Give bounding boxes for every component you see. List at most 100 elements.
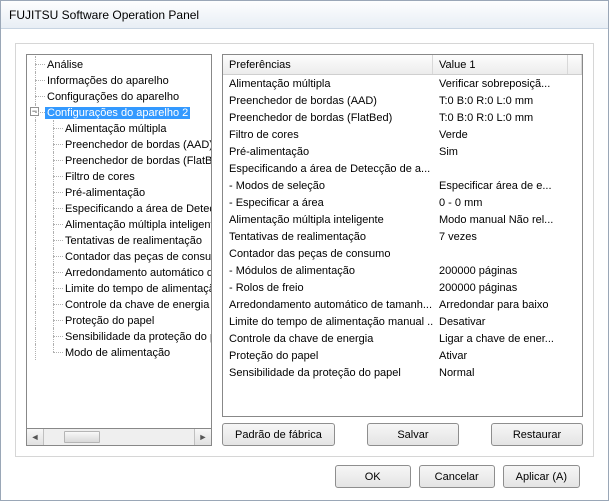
list-row[interactable]: Alimentação múltipla inteligenteModo man… bbox=[223, 211, 582, 228]
tree-item-label: Controle da chave de energia bbox=[63, 299, 211, 311]
tree-item-label: Limite do tempo de alimentação manual bbox=[63, 283, 211, 295]
pref-cell: Alimentação múltipla inteligente bbox=[223, 214, 433, 226]
list-row[interactable]: Especificando a área de Detecção de a... bbox=[223, 160, 582, 177]
pref-cell: Especificando a área de Detecção de a... bbox=[223, 163, 433, 175]
content-area: Análise Informações do aparelho Configuraç… bbox=[1, 29, 608, 500]
save-button[interactable]: Salvar bbox=[367, 423, 459, 446]
list-row[interactable]: Limite do tempo de alimentação manual ..… bbox=[223, 313, 582, 330]
list-row[interactable]: Preenchedor de bordas (FlatBed)T:0 B:0 R… bbox=[223, 109, 582, 126]
pref-cell: Tentativas de realimentação bbox=[223, 231, 433, 243]
tree-item-label: Contador das peças de consumo bbox=[63, 251, 211, 263]
header-tail bbox=[568, 55, 582, 74]
value-cell: T:0 B:0 R:0 L:0 mm bbox=[433, 112, 582, 124]
pref-cell: Filtro de cores bbox=[223, 129, 433, 141]
list-row[interactable]: Controle da chave de energiaLigar a chav… bbox=[223, 330, 582, 347]
apply-button[interactable]: Aplicar (A) bbox=[503, 465, 580, 488]
tree-hscrollbar[interactable]: ◄ ► bbox=[26, 429, 212, 446]
list-row[interactable]: Sensibilidade da proteção do papelNormal bbox=[223, 364, 582, 381]
tree-item[interactable]: Modo de alimentação bbox=[27, 345, 211, 361]
list-row[interactable]: - Rolos de freio200000 páginas bbox=[223, 279, 582, 296]
pref-cell: - Especificar a área bbox=[223, 197, 433, 209]
tree-item-label: Modo de alimentação bbox=[63, 347, 172, 359]
value-cell: 200000 páginas bbox=[433, 265, 582, 277]
pref-cell: Alimentação múltipla bbox=[223, 78, 433, 90]
pref-cell: - Modos de seleção bbox=[223, 180, 433, 192]
tree-item-label: Arredondamento automático do tamanho bbox=[63, 267, 211, 279]
tree-item-label: Preenchedor de bordas (AAD) bbox=[63, 139, 211, 151]
tree-item-label: Filtro de cores bbox=[63, 171, 137, 183]
list-row[interactable]: Preenchedor de bordas (AAD)T:0 B:0 R:0 L… bbox=[223, 92, 582, 109]
list-row[interactable]: - Modos de seleçãoEspecificar área de e.… bbox=[223, 177, 582, 194]
list-row[interactable]: Contador das peças de consumo bbox=[223, 245, 582, 262]
panel-button-row: Padrão de fábrica Salvar Restaurar bbox=[222, 423, 583, 446]
tree-item-label: Alimentação múltipla bbox=[63, 123, 169, 135]
list-row[interactable]: Filtro de coresVerde bbox=[223, 126, 582, 143]
pref-cell: Pré-alimentação bbox=[223, 146, 433, 158]
tree-item-label: Informações do aparelho bbox=[45, 75, 171, 87]
preferences-list[interactable]: Preferências Value 1 Alimentação múltipl… bbox=[222, 54, 583, 417]
tree-item-label: Tentativas de realimentação bbox=[63, 235, 204, 247]
tree-item-label: Configurações do aparelho 2 bbox=[45, 107, 190, 119]
tree-item-label: Sensibilidade da proteção do papel bbox=[63, 331, 211, 343]
tree-item-label: Especificando a área de Detecção de alim… bbox=[63, 203, 211, 215]
value-cell: Verde bbox=[433, 129, 582, 141]
value-cell: Especificar área de e... bbox=[433, 180, 582, 192]
app-window: FUJITSU Software Operation Panel Análise… bbox=[0, 0, 609, 501]
pref-cell: Sensibilidade da proteção do papel bbox=[223, 367, 433, 379]
value-cell: Arredondar para baixo bbox=[433, 299, 582, 311]
pref-cell: - Módulos de alimentação bbox=[223, 265, 433, 277]
scroll-track[interactable] bbox=[44, 429, 194, 445]
scroll-right-icon[interactable]: ► bbox=[194, 429, 211, 445]
list-row[interactable]: Pré-alimentaçãoSim bbox=[223, 143, 582, 160]
list-row[interactable]: Arredondamento automático de tamanh...Ar… bbox=[223, 296, 582, 313]
pref-cell: Preenchedor de bordas (FlatBed) bbox=[223, 112, 433, 124]
value-cell: Ativar bbox=[433, 350, 582, 362]
scroll-left-icon[interactable]: ◄ bbox=[27, 429, 44, 445]
window-title: FUJITSU Software Operation Panel bbox=[9, 8, 199, 22]
details-pane: Preferências Value 1 Alimentação múltipl… bbox=[222, 54, 583, 446]
dialog-button-row: OK Cancelar Aplicar (A) bbox=[15, 457, 594, 500]
tree-item[interactable]: Informações do aparelho bbox=[27, 73, 211, 89]
value-cell: Verificar sobreposiçã... bbox=[433, 78, 582, 90]
pref-cell: Proteção do papel bbox=[223, 350, 433, 362]
factory-default-button[interactable]: Padrão de fábrica bbox=[222, 423, 335, 446]
pref-cell: Limite do tempo de alimentação manual ..… bbox=[223, 316, 433, 328]
value-cell: T:0 B:0 R:0 L:0 mm bbox=[433, 95, 582, 107]
value-cell: 7 vezes bbox=[433, 231, 582, 243]
ok-button[interactable]: OK bbox=[335, 465, 411, 488]
titlebar: FUJITSU Software Operation Panel bbox=[1, 1, 608, 29]
scroll-thumb[interactable] bbox=[64, 431, 100, 443]
settings-tree[interactable]: Análise Informações do aparelho Configuraç… bbox=[26, 54, 212, 429]
tree-item-label: Configurações do aparelho bbox=[45, 91, 181, 103]
list-row[interactable]: Tentativas de realimentação7 vezes bbox=[223, 228, 582, 245]
pref-cell: Arredondamento automático de tamanh... bbox=[223, 299, 433, 311]
list-row[interactable]: - Especificar a área0 - 0 mm bbox=[223, 194, 582, 211]
list-row[interactable]: Alimentação múltiplaVerificar sobreposiç… bbox=[223, 75, 582, 92]
value-cell: Ligar a chave de ener... bbox=[433, 333, 582, 345]
list-row[interactable]: Proteção do papelAtivar bbox=[223, 347, 582, 364]
tree-item-label: Preenchedor de bordas (FlatBed) bbox=[63, 155, 211, 167]
value-cell: 200000 páginas bbox=[433, 282, 582, 294]
list-header: Preferências Value 1 bbox=[223, 55, 582, 75]
restore-button[interactable]: Restaurar bbox=[491, 423, 583, 446]
tree-container: Análise Informações do aparelho Configuraç… bbox=[26, 54, 212, 446]
pref-cell: Controle da chave de energia bbox=[223, 333, 433, 345]
collapse-icon[interactable]: − bbox=[30, 107, 39, 116]
value-cell: Modo manual Não rel... bbox=[433, 214, 582, 226]
value-cell: Normal bbox=[433, 367, 582, 379]
tree-item-label: Proteção do papel bbox=[63, 315, 156, 327]
header-preferencias[interactable]: Preferências bbox=[223, 55, 433, 74]
pref-cell: - Rolos de freio bbox=[223, 282, 433, 294]
pref-cell: Contador das peças de consumo bbox=[223, 248, 433, 260]
tree-item[interactable]: Configurações do aparelho bbox=[27, 89, 211, 105]
cancel-button[interactable]: Cancelar bbox=[419, 465, 495, 488]
value-cell: 0 - 0 mm bbox=[433, 197, 582, 209]
tree-item[interactable]: Análise bbox=[27, 57, 211, 73]
list-row[interactable]: - Módulos de alimentação200000 páginas bbox=[223, 262, 582, 279]
tree-item-label: Pré-alimentação bbox=[63, 187, 147, 199]
pref-cell: Preenchedor de bordas (AAD) bbox=[223, 95, 433, 107]
main-panel: Análise Informações do aparelho Configuraç… bbox=[15, 43, 594, 457]
value-cell: Desativar bbox=[433, 316, 582, 328]
header-value1[interactable]: Value 1 bbox=[433, 55, 568, 74]
tree-item-label: Análise bbox=[45, 59, 85, 71]
